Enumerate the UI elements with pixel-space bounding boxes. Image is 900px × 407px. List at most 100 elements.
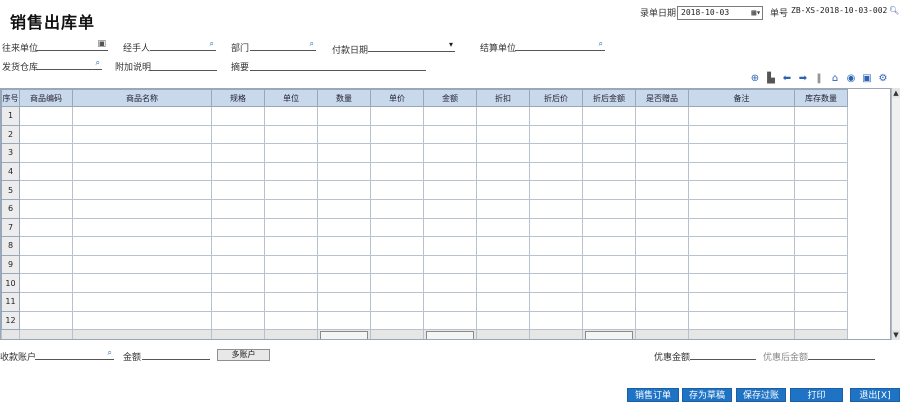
billno-search-icon[interactable]: 🔍︎ [889, 6, 899, 15]
table-cell[interactable] [370, 198, 424, 219]
amount-field[interactable] [142, 348, 210, 360]
table-cell[interactable] [582, 124, 636, 145]
dept-search-icon[interactable]: ⌕ [310, 39, 314, 49]
table-row[interactable]: 4 [1, 161, 848, 182]
warehouse-search-icon[interactable]: ⌕ [96, 58, 100, 68]
table-cell[interactable] [317, 161, 371, 182]
column-header[interactable]: 是否赠品 [635, 89, 689, 107]
target-icon[interactable]: ◉ [844, 71, 858, 85]
table-cell[interactable] [19, 106, 73, 126]
table-cell[interactable] [423, 273, 477, 293]
table-cell[interactable] [529, 106, 583, 126]
table-cell[interactable] [264, 198, 318, 219]
column-header[interactable]: 商品编码 [19, 89, 73, 107]
table-cell[interactable] [211, 217, 265, 238]
table-cell[interactable] [476, 310, 530, 331]
table-cell[interactable] [635, 161, 689, 182]
table-cell[interactable] [370, 180, 424, 200]
column-header[interactable]: 备注 [688, 89, 795, 107]
table-cell[interactable] [211, 254, 265, 275]
table-cell[interactable] [19, 217, 73, 238]
table-cell[interactable] [635, 254, 689, 275]
table-cell[interactable] [72, 161, 212, 182]
scroll-down-icon[interactable]: ▼ [892, 330, 900, 340]
table-cell[interactable] [635, 198, 689, 219]
table-cell[interactable] [370, 254, 424, 275]
table-cell[interactable] [264, 180, 318, 200]
table-cell[interactable] [317, 254, 371, 275]
handler-field[interactable]: ⌕ [150, 39, 216, 51]
table-row[interactable]: 12 [1, 310, 848, 331]
column-header[interactable]: 序号 [1, 89, 20, 107]
note-field[interactable] [150, 59, 217, 71]
home-icon[interactable]: ⌂ [828, 71, 842, 85]
table-row[interactable]: 3 [1, 143, 848, 163]
table-cell[interactable] [370, 310, 424, 331]
table-cell[interactable] [423, 124, 477, 145]
gear-icon[interactable]: ⚙ [876, 71, 890, 85]
table-cell[interactable] [476, 291, 530, 312]
arrow-left-icon[interactable]: ⬅ [780, 71, 794, 85]
table-cell[interactable] [264, 106, 318, 126]
table-cell[interactable] [211, 180, 265, 200]
table-cell[interactable] [476, 217, 530, 238]
partner-picker-icon[interactable]: ▣ [97, 39, 106, 49]
copy-icon[interactable]: ▙ [764, 71, 778, 85]
table-cell[interactable] [423, 236, 477, 256]
paydate-field[interactable]: ▾ [368, 40, 455, 52]
table-cell[interactable] [476, 124, 530, 145]
table-cell[interactable] [211, 124, 265, 145]
table-cell[interactable] [423, 254, 477, 275]
table-cell[interactable] [582, 310, 636, 331]
table-cell[interactable] [476, 161, 530, 182]
table-cell[interactable] [688, 217, 795, 238]
table-cell[interactable] [211, 273, 265, 293]
table-cell[interactable] [317, 291, 371, 312]
table-cell[interactable] [211, 236, 265, 256]
arrow-right-icon[interactable]: ➡ [796, 71, 810, 85]
table-cell[interactable] [370, 236, 424, 256]
table-row[interactable]: 11 [1, 291, 848, 312]
table-cell[interactable] [582, 143, 636, 163]
table-cell[interactable] [582, 236, 636, 256]
table-cell[interactable] [794, 217, 848, 238]
table-cell[interactable] [423, 198, 477, 219]
table-row[interactable]: 5 [1, 180, 848, 200]
table-cell[interactable] [423, 180, 477, 200]
column-header[interactable]: 折后价 [529, 89, 583, 107]
table-cell[interactable] [72, 217, 212, 238]
table-cell[interactable] [72, 236, 212, 256]
table-cell[interactable] [688, 124, 795, 145]
account-search-icon[interactable]: ⌕ [108, 348, 112, 358]
table-cell[interactable] [635, 236, 689, 256]
table-cell[interactable] [19, 124, 73, 145]
table-cell[interactable] [635, 291, 689, 312]
table-row[interactable]: 7 [1, 217, 848, 238]
column-header[interactable]: 折扣 [476, 89, 530, 107]
table-cell[interactable] [317, 198, 371, 219]
table-cell[interactable] [476, 273, 530, 293]
table-cell[interactable] [317, 236, 371, 256]
column-header[interactable]: 数量 [317, 89, 371, 107]
table-cell[interactable] [72, 291, 212, 312]
table-cell[interactable] [317, 310, 371, 331]
table-cell[interactable] [317, 106, 371, 126]
table-cell[interactable] [476, 236, 530, 256]
table-cell[interactable] [19, 254, 73, 275]
table-cell[interactable] [794, 254, 848, 275]
table-cell[interactable] [264, 161, 318, 182]
table-cell[interactable] [264, 273, 318, 293]
table-cell[interactable] [529, 254, 583, 275]
add-icon[interactable]: ⊕ [748, 71, 762, 85]
table-cell[interactable] [582, 161, 636, 182]
column-header[interactable]: 折后金额 [582, 89, 636, 107]
table-cell[interactable] [582, 217, 636, 238]
exit-button[interactable]: 退出[X] [850, 388, 900, 402]
table-cell[interactable] [635, 217, 689, 238]
table-cell[interactable] [19, 236, 73, 256]
table-cell[interactable] [688, 106, 795, 126]
table-cell[interactable] [794, 161, 848, 182]
table-cell[interactable] [423, 106, 477, 126]
sales-order-button[interactable]: 销售订单 [627, 388, 679, 402]
table-cell[interactable] [264, 254, 318, 275]
